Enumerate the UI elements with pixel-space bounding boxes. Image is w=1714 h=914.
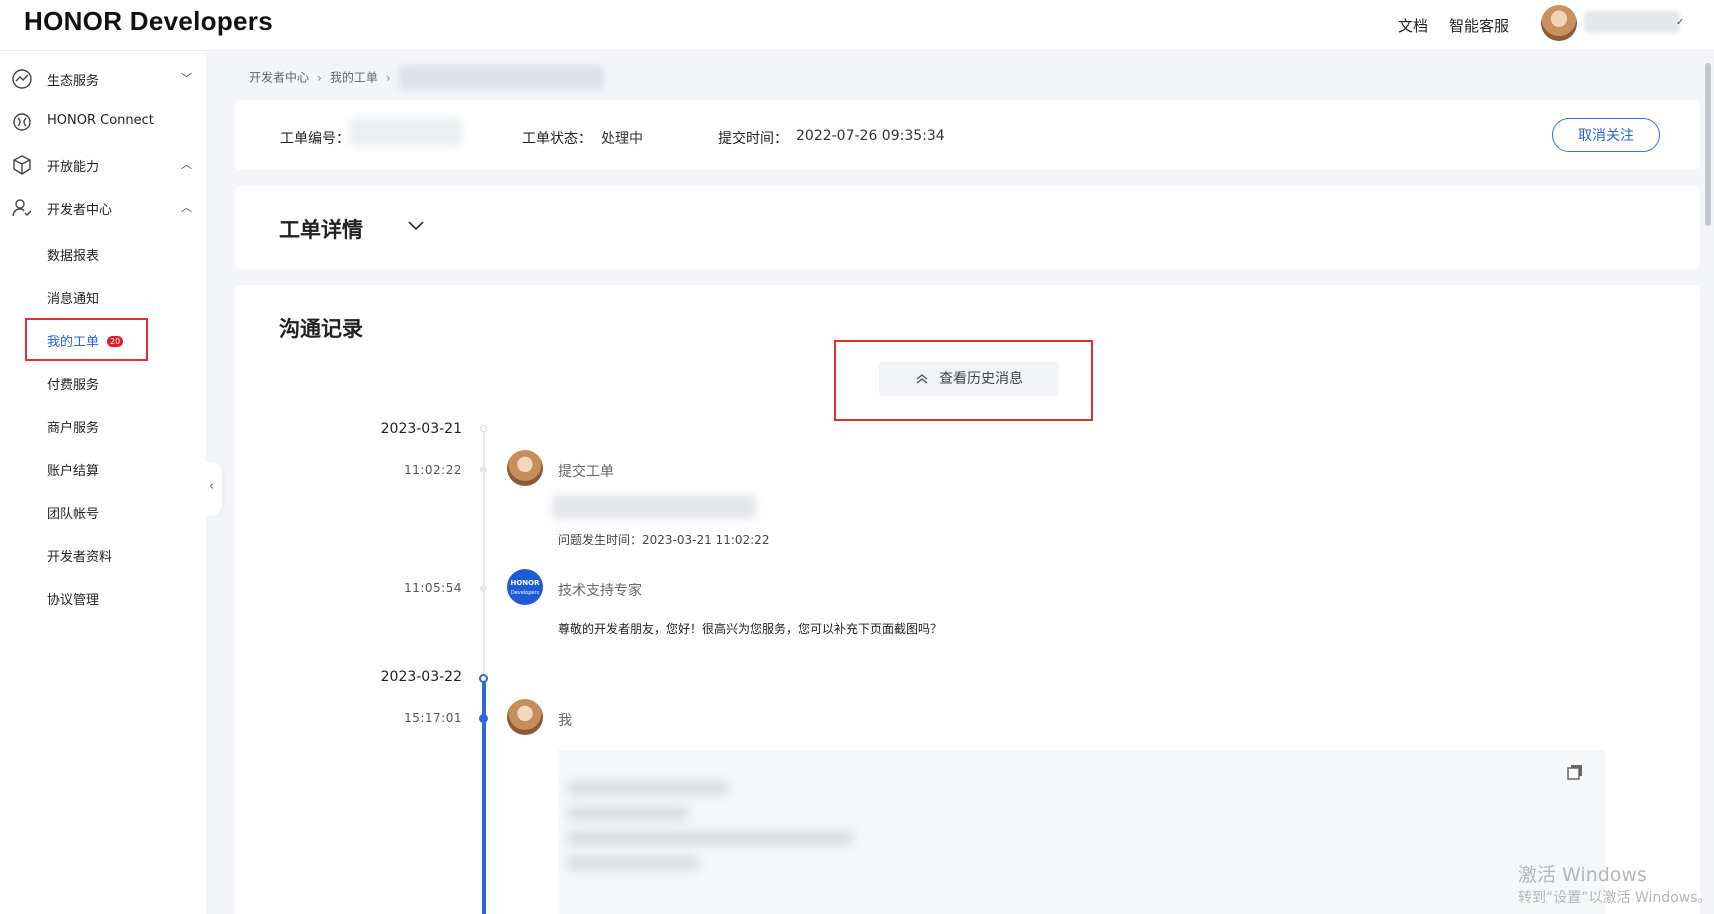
sidebar-item-label: 生态服务	[47, 74, 100, 89]
sidebar-collapse-toggle[interactable]: ‹	[206, 462, 222, 516]
sidebar-item-notifications[interactable]: 消息通知	[47, 288, 99, 307]
sidebar-item-open-capabilities[interactable]: 开放能力 ︿	[0, 145, 206, 185]
user-avatar[interactable]	[1541, 5, 1577, 41]
chevron-down-icon[interactable]: ✓	[1676, 17, 1684, 28]
timeline-date: 2023-03-22	[380, 669, 462, 685]
message-sender: 技术支持专家	[558, 583, 642, 599]
ticket-status-label: 工单状态：	[522, 131, 592, 147]
developer-icon	[12, 199, 32, 217]
sidebar-item-team-accounts[interactable]: 团队帐号	[47, 503, 99, 522]
timeline-dot	[480, 585, 487, 592]
smart-service-link[interactable]: 智能客服	[1449, 15, 1509, 36]
docs-link[interactable]: 文档	[1398, 15, 1428, 36]
chevron-up-icon: ︿	[181, 158, 192, 171]
message-time: 11:02:22	[404, 463, 462, 477]
sidebar-item-developer-profile[interactable]: 开发者资料	[47, 546, 112, 565]
ticket-status-value: 处理中	[601, 131, 643, 147]
chevron-up-icon: ︿	[181, 201, 192, 214]
message-sender: 提交工单	[558, 464, 614, 480]
message-text: 尊敬的开发者朋友，您好！很高兴为您服务，您可以补充下页面截图吗？	[558, 622, 943, 636]
breadcrumb-my-tickets[interactable]: 我的工单	[330, 71, 378, 85]
message-sender: 我	[558, 713, 572, 729]
sidebar-item-developer-center[interactable]: 开发者中心 ︿	[0, 188, 206, 228]
timeline-dot-active	[479, 674, 488, 683]
sidebar-item-merchant-services[interactable]: 商户服务	[47, 417, 99, 436]
issue-time-text: 问题发生时间：2023-03-21 11:02:22	[558, 533, 770, 547]
cube-icon	[13, 155, 31, 175]
ticket-id-redacted	[350, 117, 462, 147]
ticket-details-card	[235, 186, 1700, 269]
breadcrumb-current-redacted	[398, 66, 604, 90]
sidebar-item-honor-connect[interactable]: HONOR Connect	[0, 102, 206, 142]
timeline-dot	[480, 466, 487, 473]
user-avatar	[507, 699, 543, 735]
sidebar-item-label: HONOR Connect	[47, 113, 154, 128]
chevron-down-icon: ﹀	[181, 72, 192, 85]
message-time: 11:05:54	[404, 581, 462, 595]
avatar-text: HONOR	[510, 579, 540, 587]
breadcrumb-developer-center[interactable]: 开发者中心	[249, 71, 309, 85]
chevron-left-icon: ‹	[209, 479, 215, 494]
copy-icon[interactable]	[1566, 763, 1584, 781]
avatar-text: Developers	[510, 590, 540, 596]
timeline-dot-active	[479, 714, 488, 723]
highlight-box-my-tickets	[25, 318, 148, 361]
chevron-right-icon: ›	[385, 70, 391, 85]
page-scrollbar-thumb[interactable]	[1705, 63, 1711, 226]
submit-time-label: 提交时间：	[718, 131, 788, 147]
windows-activation-watermark-sub: 转到“设置”以激活 Windows。	[1518, 890, 1712, 906]
user-name-redacted[interactable]	[1584, 11, 1680, 33]
sidebar-item-label: 开发者中心	[47, 203, 113, 218]
windows-activation-watermark: 激活 Windows	[1518, 864, 1647, 886]
message-content-redacted	[568, 856, 698, 870]
ticket-details-title: 工单详情	[279, 218, 363, 242]
sidebar-item-data-reports[interactable]: 数据报表	[47, 245, 99, 264]
communication-title: 沟通记录	[279, 317, 363, 341]
trend-circle-icon	[12, 69, 32, 89]
message-content-redacted	[568, 831, 853, 845]
timeline-dot	[480, 425, 487, 432]
sidebar-item-account-settlement[interactable]: 账户结算	[47, 460, 99, 479]
highlight-box-history	[834, 340, 1093, 421]
chevron-down-icon[interactable]	[406, 218, 426, 234]
submit-time-value: 2022-07-26 09:35:34	[796, 128, 945, 144]
timeline-date: 2023-03-21	[380, 421, 462, 437]
message-content-redacted	[568, 806, 688, 820]
sidebar: 生态服务 ﹀ HONOR Connect 开放能力 ︿ 开发者中心 ︿ 数据报表…	[0, 51, 206, 914]
unfollow-button[interactable]: 取消关注	[1552, 118, 1660, 152]
top-bar: HONOR Developers 文档 智能客服 ✓	[0, 0, 1714, 51]
sidebar-item-ecosystem[interactable]: 生态服务 ﹀	[0, 59, 206, 99]
sidebar-item-agreements[interactable]: 协议管理	[47, 589, 99, 608]
honor-developers-avatar: HONOR Developers	[507, 569, 543, 605]
connect-icon	[13, 113, 31, 131]
user-avatar	[507, 450, 543, 486]
message-content-redacted	[552, 495, 756, 519]
sidebar-item-label: 开放能力	[47, 160, 100, 175]
sidebar-item-paid-services[interactable]: 付费服务	[47, 374, 99, 393]
message-time: 15:17:01	[404, 711, 462, 725]
message-content-redacted	[568, 781, 728, 795]
chevron-right-icon: ›	[317, 70, 322, 85]
ticket-id-label: 工单编号：	[280, 131, 350, 147]
breadcrumb: 开发者中心 › 我的工单 ›	[249, 66, 604, 90]
honor-developers-logo[interactable]: HONOR Developers	[24, 6, 273, 37]
